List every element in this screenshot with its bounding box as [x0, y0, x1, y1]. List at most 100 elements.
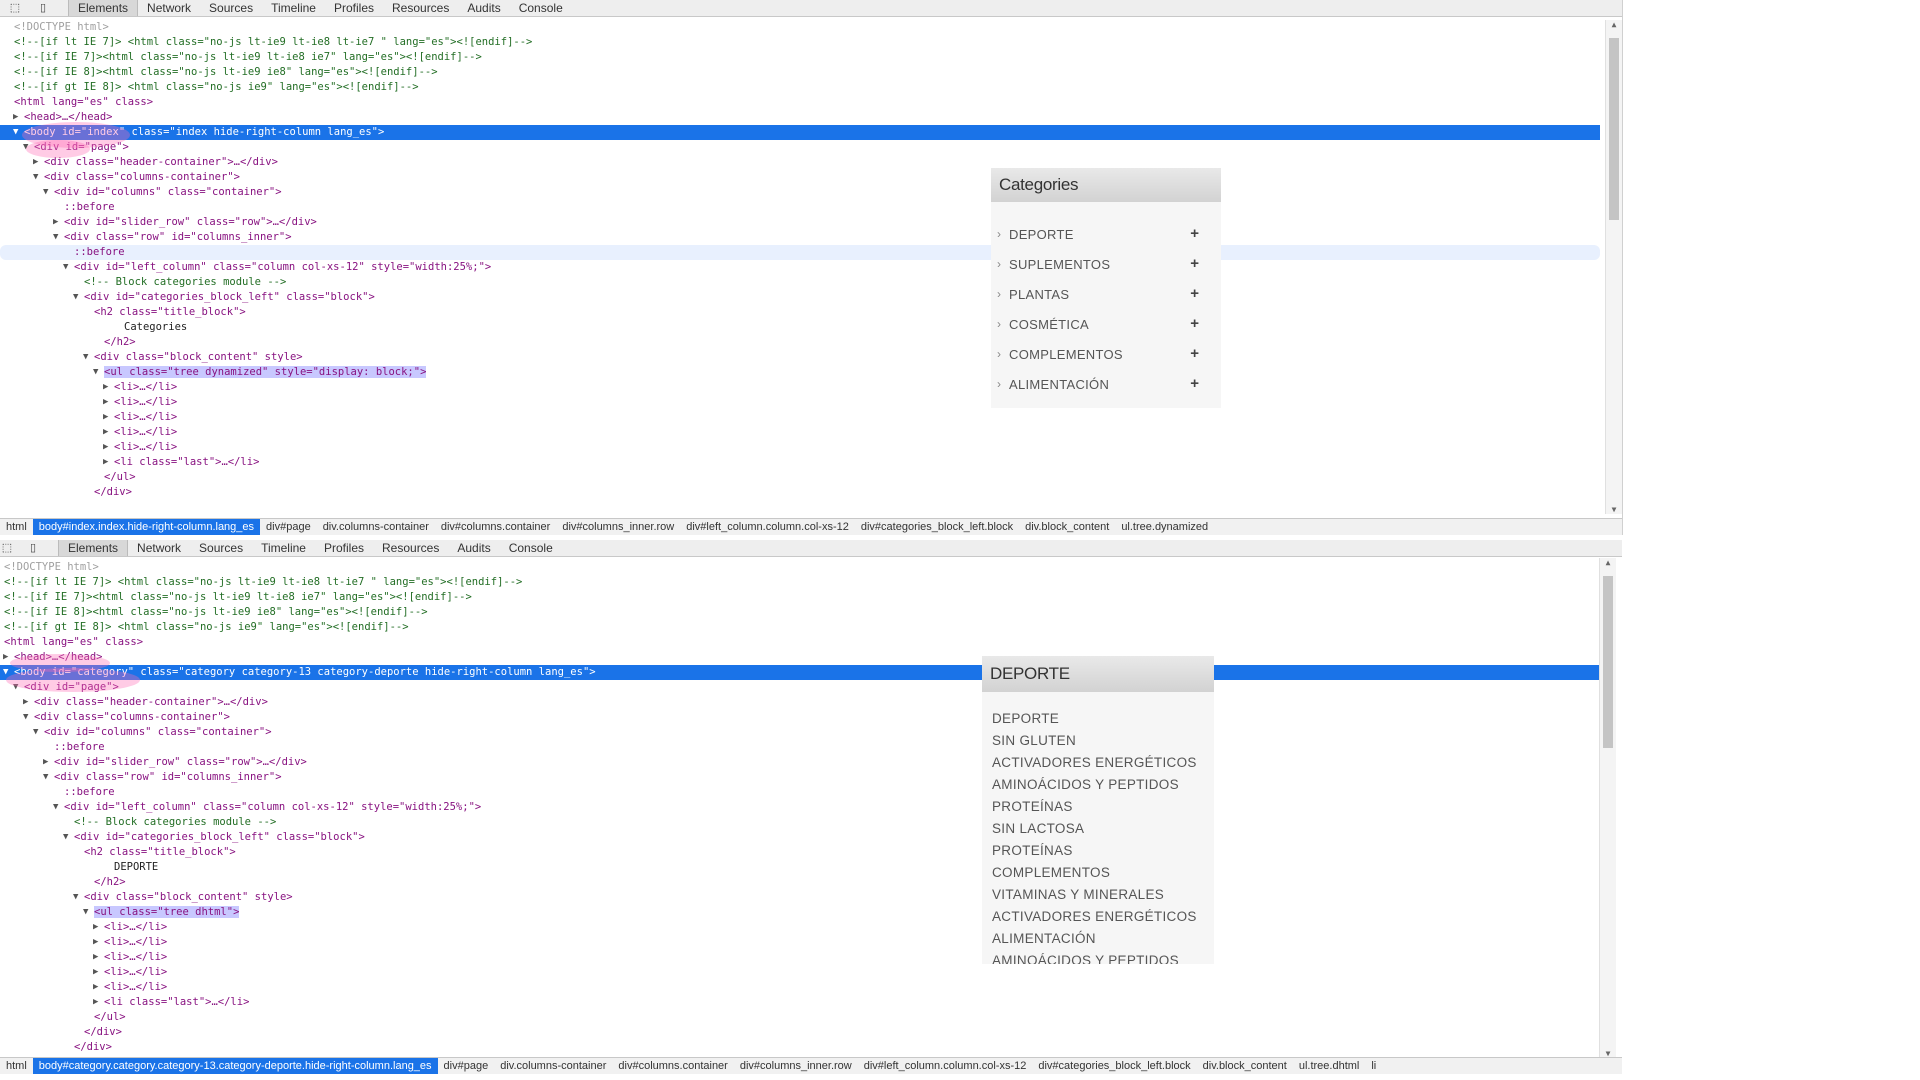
breadcrumb-item[interactable]: div#page	[260, 519, 317, 535]
dom-node-line[interactable]: ▼ <ul class="tree dhtml">	[0, 905, 1600, 920]
subcategory-item[interactable]: ACTIVADORES ENERGÉTICOS	[992, 752, 1197, 774]
dom-node-line[interactable]: ▶ <div class="header-container">…</div>	[0, 695, 1600, 710]
dom-node-line[interactable]: Categories	[0, 320, 1600, 335]
expand-triangle-icon[interactable]: ▶	[103, 440, 113, 455]
dom-node-line[interactable]: ▼ <div id="columns" class="container">	[0, 185, 1600, 200]
collapse-triangle-icon[interactable]: ▼	[23, 710, 33, 725]
breadcrumb-item[interactable]: div.block_content	[1019, 519, 1115, 535]
category-item[interactable]: › COMPLEMENTOS +	[991, 340, 1221, 370]
expand-triangle-icon[interactable]: ▶	[3, 650, 13, 665]
dom-node-line[interactable]: ▶ <div id="slider_row" class="row">…</div…	[0, 215, 1600, 230]
collapse-triangle-icon[interactable]: ▼	[53, 800, 63, 815]
dom-node-line[interactable]: ▼ <div id="categories_block_left" class="…	[0, 290, 1600, 305]
dom-node-line[interactable]: <!--[if IE 7]><html class="no-js lt-ie9 …	[0, 590, 1600, 605]
dom-node-line[interactable]: ▼ <div class="row" id="columns_inner">	[0, 230, 1600, 245]
subcategory-item[interactable]: DEPORTE	[992, 708, 1059, 730]
expand-triangle-icon[interactable]: ▶	[93, 935, 103, 950]
collapse-triangle-icon[interactable]: ▼	[53, 230, 63, 245]
scrollbar-thumb[interactable]	[1603, 576, 1613, 748]
dom-node-line[interactable]: </h2>	[0, 335, 1600, 350]
expand-triangle-icon[interactable]: ▶	[103, 380, 113, 395]
subcategory-item[interactable]: PROTEÍNAS	[992, 796, 1073, 818]
dom-node-line[interactable]: </div>	[0, 1025, 1600, 1040]
breadcrumb-item[interactable]: html	[0, 519, 33, 535]
dom-node-line[interactable]: ▶ <li>…</li>	[0, 980, 1600, 995]
dom-node-line[interactable]: ▼ <div id="columns" class="container">	[0, 725, 1600, 740]
dom-node-line[interactable]: </div>	[0, 485, 1600, 500]
expand-triangle-icon[interactable]: ▶	[53, 215, 63, 230]
dom-node-line[interactable]: ▶ <li>…</li>	[0, 395, 1600, 410]
collapse-triangle-icon[interactable]: ▼	[73, 290, 83, 305]
inspect-icon[interactable]: ⬚	[8, 1, 22, 15]
expand-plus-icon[interactable]: +	[1190, 255, 1199, 272]
dom-node-line[interactable]: ▶ <li>…</li>	[0, 410, 1600, 425]
expand-triangle-icon[interactable]: ▶	[23, 695, 33, 710]
tab-audits[interactable]: Audits	[458, 0, 509, 16]
dom-node-line[interactable]: ▶ <li>…</li>	[0, 965, 1600, 980]
breadcrumb-item[interactable]: div#categories_block_left.block	[855, 519, 1019, 535]
dom-node-line[interactable]: ::before	[0, 245, 1600, 260]
expand-triangle-icon[interactable]: ▶	[13, 110, 23, 125]
expand-triangle-icon[interactable]: ▶	[103, 455, 113, 470]
subcategory-item[interactable]: ACTIVADORES ENERGÉTICOS	[992, 906, 1197, 928]
device-icon[interactable]: ▯	[36, 1, 50, 15]
breadcrumb-item[interactable]: li	[1365, 1058, 1382, 1074]
dom-node-line[interactable]: <!--[if lt IE 7]> <html class="no-js lt-…	[0, 35, 1600, 50]
subcategory-item[interactable]: SIN GLUTEN	[992, 730, 1076, 752]
dom-node-line[interactable]: </ul>	[0, 1010, 1600, 1025]
scrollbar-thumb[interactable]	[1609, 38, 1619, 220]
tab-elements[interactable]: Elements	[58, 540, 129, 556]
subcategory-item[interactable]: COMPLEMENTOS	[992, 862, 1110, 884]
dom-node-line[interactable]: <!-- Block categories module -->	[0, 275, 1600, 290]
collapse-triangle-icon[interactable]: ▼	[43, 770, 53, 785]
dom-node-line[interactable]: ▶ <li>…</li>	[0, 440, 1600, 455]
collapse-triangle-icon[interactable]: ▼	[83, 905, 93, 920]
device-icon[interactable]: ▯	[26, 541, 40, 555]
dom-node-line[interactable]: ▶ <li>…</li>	[0, 380, 1600, 395]
dom-node-line[interactable]: </h2>	[0, 875, 1600, 890]
expand-triangle-icon[interactable]: ▶	[93, 995, 103, 1010]
expand-plus-icon[interactable]: +	[1190, 285, 1199, 302]
collapse-triangle-icon[interactable]: ▼	[83, 350, 93, 365]
dom-node-line[interactable]: ▼ <div class="columns-container">	[0, 170, 1600, 185]
dom-node-line[interactable]: ▼ <body id="category" class="category cat…	[0, 665, 1600, 680]
expand-triangle-icon[interactable]: ▶	[43, 755, 53, 770]
dom-node-line[interactable]: <!--[if lt IE 7]> <html class="no-js lt-…	[0, 575, 1600, 590]
subcategory-item[interactable]: AMINOÁCIDOS Y PEPTIDOS	[992, 774, 1179, 796]
tab-profiles[interactable]: Profiles	[325, 0, 383, 16]
dom-node-line[interactable]: <!DOCTYPE html>	[0, 560, 1600, 575]
breadcrumb-item[interactable]: div.columns-container	[494, 1058, 612, 1074]
dom-node-line[interactable]: ▼ <div id="page">	[0, 140, 1600, 155]
category-item[interactable]: › SUPLEMENTOS +	[991, 250, 1221, 280]
breadcrumb-item[interactable]: div#left_column.column.col-xs-12	[858, 1058, 1033, 1074]
tab-console[interactable]: Console	[500, 540, 562, 556]
tab-timeline[interactable]: Timeline	[252, 540, 315, 556]
tab-network[interactable]: Network	[138, 0, 200, 16]
dom-node-line[interactable]: ▼ <div class="columns-container">	[0, 710, 1600, 725]
dom-node-line[interactable]: ▼ <div id="left_column" class="column col…	[0, 260, 1600, 275]
dom-node-line[interactable]: <!--[if IE 7]><html class="no-js lt-ie9 …	[0, 50, 1600, 65]
dom-node-line[interactable]: ::before	[0, 785, 1600, 800]
dom-node-line[interactable]: ▶ <div class="header-container">…</div>	[0, 155, 1600, 170]
tab-sources[interactable]: Sources	[190, 540, 252, 556]
expand-triangle-icon[interactable]: ▶	[93, 950, 103, 965]
subcategory-item[interactable]: AMINOÁCIDOS Y PEPTIDOS	[992, 950, 1179, 964]
expand-plus-icon[interactable]: +	[1190, 345, 1199, 362]
subcategory-item[interactable]: VITAMINAS Y MINERALES	[992, 884, 1164, 906]
dom-node-line[interactable]: ▶ <head>…</head>	[0, 110, 1600, 125]
subcategory-item[interactable]: PROTEÍNAS	[992, 840, 1073, 862]
inspect-icon[interactable]: ⬚	[0, 541, 14, 555]
breadcrumb-item[interactable]: div.block_content	[1197, 1058, 1293, 1074]
category-item[interactable]: › DEPORTE +	[991, 220, 1221, 250]
dom-node-line[interactable]: ▶ <li>…</li>	[0, 425, 1600, 440]
dom-node-line[interactable]: </ul>	[0, 470, 1600, 485]
breadcrumb-item[interactable]: body#category.category.category-13.categ…	[32, 1058, 438, 1074]
dom-node-line[interactable]: ▶ <li>…</li>	[0, 935, 1600, 950]
collapse-triangle-icon[interactable]: ▼	[33, 725, 43, 740]
breadcrumb-item[interactable]: div#columns_inner.row	[556, 519, 680, 535]
expand-plus-icon[interactable]: +	[1190, 315, 1199, 332]
scroll-up-icon[interactable]: ▲	[1606, 20, 1622, 29]
dom-node-line[interactable]: ▶ <li>…</li>	[0, 950, 1600, 965]
dom-node-line[interactable]: <!--[if IE 8]><html class="no-js lt-ie9 …	[0, 605, 1600, 620]
collapse-triangle-icon[interactable]: ▼	[23, 140, 33, 155]
